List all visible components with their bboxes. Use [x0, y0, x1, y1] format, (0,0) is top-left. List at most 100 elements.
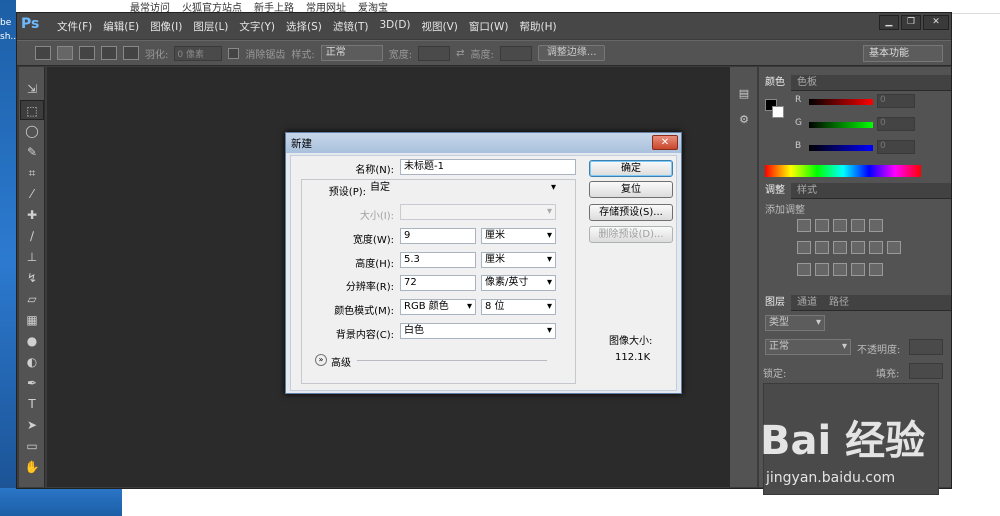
background-select[interactable]: 白色 — [400, 323, 556, 339]
menu-help[interactable]: 帮助(H) — [520, 19, 557, 34]
refine-edge-button[interactable]: 调整边缘... — [537, 45, 606, 61]
crop-tool-icon[interactable]: ⌗ — [20, 163, 44, 183]
green-slider[interactable] — [809, 122, 873, 128]
dialog-close-button[interactable]: ✕ — [652, 135, 678, 150]
marquee-tool-icon[interactable]: ⬚ — [20, 100, 44, 120]
opacity-input[interactable] — [909, 339, 943, 355]
fill-input[interactable] — [909, 363, 943, 379]
new-selection-icon[interactable] — [57, 46, 73, 60]
close-button[interactable]: ✕ — [923, 15, 949, 30]
layer-kind-filter[interactable]: 类型 — [765, 315, 825, 331]
reset-button[interactable]: 复位 — [589, 181, 673, 198]
bit-depth-select[interactable]: 8 位 — [481, 299, 556, 315]
quick-select-tool-icon[interactable]: ✎ — [20, 142, 44, 162]
green-value[interactable]: 0 — [877, 117, 915, 131]
blue-value[interactable]: 0 — [877, 140, 915, 154]
gradient-map-icon[interactable] — [851, 263, 865, 276]
advanced-toggle-icon[interactable]: » — [315, 354, 327, 366]
style-select[interactable]: 正常 — [320, 45, 383, 61]
selective-color-icon[interactable] — [869, 263, 883, 276]
maximize-button[interactable]: ❐ — [901, 15, 921, 30]
blur-tool-icon[interactable]: ● — [20, 331, 44, 351]
blue-slider[interactable] — [809, 145, 873, 151]
pen-tool-icon[interactable]: ✒ — [20, 373, 44, 393]
menu-select[interactable]: 选择(S) — [286, 19, 322, 34]
feather-input[interactable]: 0 像素 — [174, 45, 223, 61]
resolution-input[interactable]: 72 — [400, 275, 476, 291]
tab-channels[interactable]: 通道 — [791, 295, 823, 311]
clone-stamp-tool-icon[interactable]: ⊥ — [20, 247, 44, 267]
move-tool-icon[interactable]: ⇲ — [20, 79, 44, 99]
red-value[interactable]: 0 — [877, 94, 915, 108]
menu-type[interactable]: 文字(Y) — [239, 19, 275, 34]
tab-styles[interactable]: 样式 — [791, 183, 823, 199]
advanced-label[interactable]: 高级 — [331, 354, 351, 369]
menu-image[interactable]: 图像(I) — [150, 19, 182, 34]
menu-window[interactable]: 窗口(W) — [469, 19, 509, 34]
black-white-icon[interactable] — [833, 241, 847, 254]
path-select-tool-icon[interactable]: ➤ — [20, 415, 44, 435]
menu-3d[interactable]: 3D(D) — [379, 19, 410, 34]
exposure-icon[interactable] — [851, 219, 865, 232]
history-panel-icon[interactable]: ▤ — [732, 83, 756, 105]
red-slider[interactable] — [809, 99, 873, 105]
invert-icon[interactable] — [797, 263, 811, 276]
ok-button[interactable]: 确定 — [589, 160, 673, 177]
marquee-tool-preset-icon[interactable] — [35, 46, 51, 60]
preset-select[interactable]: 自定 — [366, 180, 560, 196]
brightness-icon[interactable] — [797, 219, 811, 232]
eyedropper-tool-icon[interactable]: ⁄ — [20, 184, 44, 204]
subtract-selection-icon[interactable] — [101, 46, 117, 60]
menu-file[interactable]: 文件(F) — [57, 19, 92, 34]
menu-filter[interactable]: 滤镜(T) — [333, 19, 369, 34]
workspace-select[interactable]: 基本功能 — [863, 45, 943, 62]
curves-icon[interactable] — [833, 219, 847, 232]
type-tool-icon[interactable]: T — [20, 394, 44, 414]
vibrance-icon[interactable] — [869, 219, 883, 232]
color-spectrum-bar[interactable] — [765, 165, 921, 177]
background-color-swatch[interactable] — [772, 106, 784, 118]
healing-brush-tool-icon[interactable]: ✚ — [20, 205, 44, 225]
dodge-tool-icon[interactable]: ◐ — [20, 352, 44, 372]
height-unit-select[interactable]: 厘米 — [481, 252, 556, 268]
swap-icon[interactable]: ⇄ — [456, 48, 464, 59]
minimize-button[interactable]: ▁ — [879, 15, 899, 30]
menu-view[interactable]: 视图(V) — [422, 19, 458, 34]
tab-color[interactable]: 颜色 — [759, 74, 791, 91]
tab-adjustments[interactable]: 调整 — [759, 182, 791, 199]
add-selection-icon[interactable] — [79, 46, 95, 60]
width-input[interactable] — [418, 45, 451, 61]
tab-paths[interactable]: 路径 — [823, 295, 855, 311]
shape-tool-icon[interactable]: ▭ — [20, 436, 44, 456]
threshold-icon[interactable] — [833, 263, 847, 276]
history-brush-tool-icon[interactable]: ↯ — [20, 268, 44, 288]
tab-layers[interactable]: 图层 — [759, 294, 791, 311]
levels-icon[interactable] — [815, 219, 829, 232]
menu-layer[interactable]: 图层(L) — [193, 19, 228, 34]
properties-panel-icon[interactable]: ⚙ — [732, 109, 756, 131]
height-input[interactable] — [499, 45, 532, 61]
posterize-icon[interactable] — [815, 263, 829, 276]
color-lookup-icon[interactable] — [887, 241, 901, 254]
intersect-selection-icon[interactable] — [123, 46, 139, 60]
channel-mixer-icon[interactable] — [869, 241, 883, 254]
gradient-tool-icon[interactable]: ▦ — [20, 310, 44, 330]
resolution-unit-select[interactable]: 像素/英寸 — [481, 275, 556, 291]
color-balance-icon[interactable] — [815, 241, 829, 254]
menu-edit[interactable]: 编辑(E) — [103, 19, 139, 34]
photo-filter-icon[interactable] — [851, 241, 865, 254]
width-input[interactable]: 9 — [400, 228, 476, 244]
eraser-tool-icon[interactable]: ▱ — [20, 289, 44, 309]
color-mode-select[interactable]: RGB 颜色 — [400, 299, 476, 315]
width-unit-select[interactable]: 厘米 — [481, 228, 556, 244]
antialias-checkbox[interactable] — [228, 47, 240, 59]
tab-swatches[interactable]: 色板 — [791, 75, 823, 91]
name-input[interactable]: 未标题-1 — [400, 159, 576, 175]
height-input[interactable]: 5.3 — [400, 252, 476, 268]
lasso-tool-icon[interactable]: ◯ — [20, 121, 44, 141]
brush-tool-icon[interactable]: ∕ — [20, 226, 44, 246]
hand-tool-icon[interactable]: ✋ — [20, 457, 44, 477]
save-preset-button[interactable]: 存储预设(S)... — [589, 204, 673, 221]
hue-saturation-icon[interactable] — [797, 241, 811, 254]
blend-mode-select[interactable]: 正常 — [765, 339, 851, 355]
